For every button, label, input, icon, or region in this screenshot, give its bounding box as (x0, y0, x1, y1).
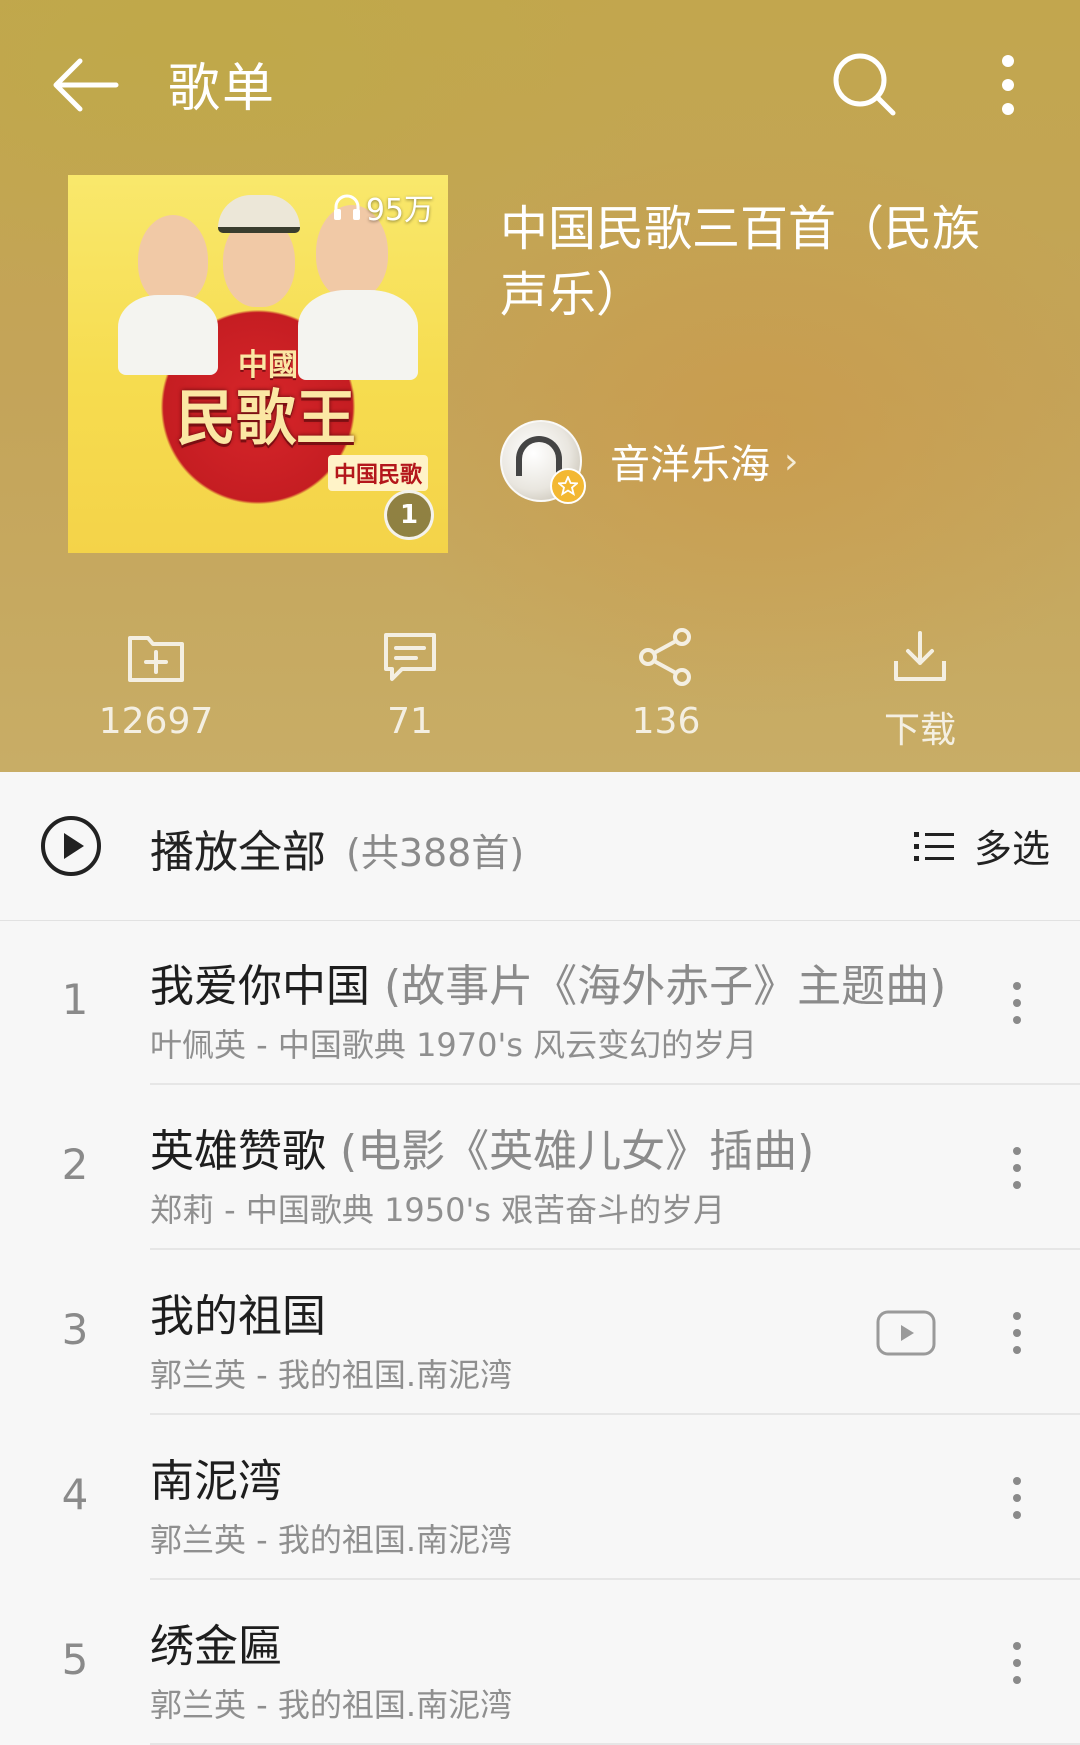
share-icon (639, 628, 691, 686)
avatar-headphone-icon (516, 436, 562, 476)
song-title-note: (故事片《海外赤子》主题曲) (370, 961, 947, 1012)
creator-avatar (500, 420, 586, 504)
song-title: 我爱你中国 (故事片《海外赤子》主题曲) (150, 950, 946, 1014)
song-row[interactable]: 5 绣金匾 郭兰英 - 我的祖国.南泥湾 (0, 1580, 1080, 1745)
download-label: 下载 (883, 710, 956, 751)
action-bar: 12697 71 136 下载 (0, 625, 1080, 753)
multi-select-label: 多选 (973, 827, 1050, 871)
collect-count: 12697 (98, 701, 214, 742)
song-index: 4 (61, 1470, 89, 1519)
song-index: 5 (61, 1635, 89, 1684)
cover-hat (218, 195, 300, 233)
comment-count: 71 (387, 701, 433, 742)
playlist-header: 歌单 中國 民歌王 中国民歌 95万 1 中国民歌三百首（民族声乐） 音洋乐海 … (0, 0, 1080, 772)
creator-link[interactable]: 音洋乐海 › (500, 420, 799, 504)
cover-title: 民歌王 (176, 384, 356, 454)
more-vertical-icon[interactable] (1002, 1638, 1032, 1688)
song-title: 南泥湾 (150, 1445, 282, 1509)
play-circle-icon[interactable] (40, 815, 102, 877)
song-title: 我的祖国 (150, 1280, 326, 1344)
song-subtitle: 郭兰英 - 我的祖国.南泥湾 (150, 1521, 513, 1559)
song-row[interactable]: 2 英雄赞歌 (电影《英雄儿女》插曲) 郑莉 - 中国歌典 1950's 艰苦奋… (0, 1085, 1080, 1250)
folder-add-icon (128, 636, 184, 682)
song-list: 1 我爱你中国 (故事片《海外赤子》主题曲) 叶佩英 - 中国歌典 1970's… (0, 920, 1080, 1745)
multi-select-button[interactable]: 多选 (913, 818, 1050, 873)
creator-name: 音洋乐海 (610, 442, 770, 488)
more-vertical-icon[interactable] (1002, 1308, 1032, 1358)
play-all-bar: 播放全部 (共388首) 多选 (0, 772, 1080, 921)
page-title: 歌单 (168, 59, 277, 119)
back-button[interactable] (40, 40, 130, 130)
comment-button[interactable]: 71 (320, 625, 500, 742)
cover-stamp: 中国民歌 (327, 455, 428, 491)
song-total-count: (共388首) (346, 831, 525, 875)
top-bar: 歌单 (0, 0, 1080, 170)
song-index: 1 (61, 975, 89, 1024)
download-button[interactable]: 下载 (830, 625, 1010, 753)
cover-singer-left (138, 215, 208, 305)
share-count: 136 (631, 701, 701, 742)
play-all-label[interactable]: 播放全部 (150, 816, 326, 880)
mv-play-icon[interactable] (876, 1310, 936, 1356)
arrow-left-icon (53, 58, 119, 112)
song-index: 3 (61, 1305, 89, 1354)
song-title-text: 我爱你中国 (150, 961, 370, 1012)
search-icon (833, 53, 896, 116)
cover-badge: 1 (384, 490, 434, 540)
star-badge-icon (550, 468, 586, 504)
song-index: 2 (61, 1140, 89, 1189)
song-title: 英雄赞歌 (电影《英雄儿女》插曲) (150, 1115, 814, 1179)
collect-button[interactable]: 12697 (66, 625, 246, 742)
song-row[interactable]: 4 南泥湾 郭兰英 - 我的祖国.南泥湾 (0, 1415, 1080, 1580)
more-options-button[interactable] (978, 40, 1038, 130)
song-subtitle: 叶佩英 - 中国歌典 1970's 风云变幻的岁月 (150, 1026, 758, 1064)
song-subtitle: 郭兰英 - 我的祖国.南泥湾 (150, 1356, 513, 1394)
playlist-cover[interactable]: 中國 民歌王 中国民歌 95万 1 (68, 175, 448, 553)
play-count-value: 95万 (365, 193, 434, 228)
cover-shirt-left (118, 295, 218, 375)
headphones-icon (333, 194, 360, 220)
more-vertical-icon[interactable] (1002, 1473, 1032, 1523)
comment-icon (384, 633, 436, 681)
play-count: 95万 (332, 185, 434, 229)
song-title-text: 绣金匾 (150, 1621, 282, 1672)
chevron-right-icon: › (784, 440, 799, 482)
song-title: 绣金匾 (150, 1610, 282, 1674)
song-subtitle: 郭兰英 - 我的祖国.南泥湾 (150, 1686, 513, 1724)
playlist-title: 中国民歌三百首（民族声乐） (500, 201, 981, 323)
song-title-text: 我的祖国 (150, 1291, 326, 1342)
more-vertical-icon[interactable] (1002, 978, 1032, 1028)
download-icon (894, 631, 946, 681)
song-title-text: 英雄赞歌 (150, 1126, 326, 1177)
song-title-text: 南泥湾 (150, 1456, 282, 1507)
share-button[interactable]: 136 (576, 625, 756, 742)
song-title-note: (电影《英雄儿女》插曲) (326, 1126, 815, 1177)
list-icon (913, 831, 954, 861)
more-vertical-icon (1002, 55, 1014, 115)
song-row[interactable]: 3 我的祖国 郭兰英 - 我的祖国.南泥湾 (0, 1250, 1080, 1415)
song-row[interactable]: 1 我爱你中国 (故事片《海外赤子》主题曲) 叶佩英 - 中国歌典 1970's… (0, 920, 1080, 1085)
song-subtitle: 郑莉 - 中国歌典 1950's 艰苦奋斗的岁月 (150, 1191, 726, 1229)
search-button[interactable] (818, 38, 910, 130)
more-vertical-icon[interactable] (1002, 1143, 1032, 1193)
